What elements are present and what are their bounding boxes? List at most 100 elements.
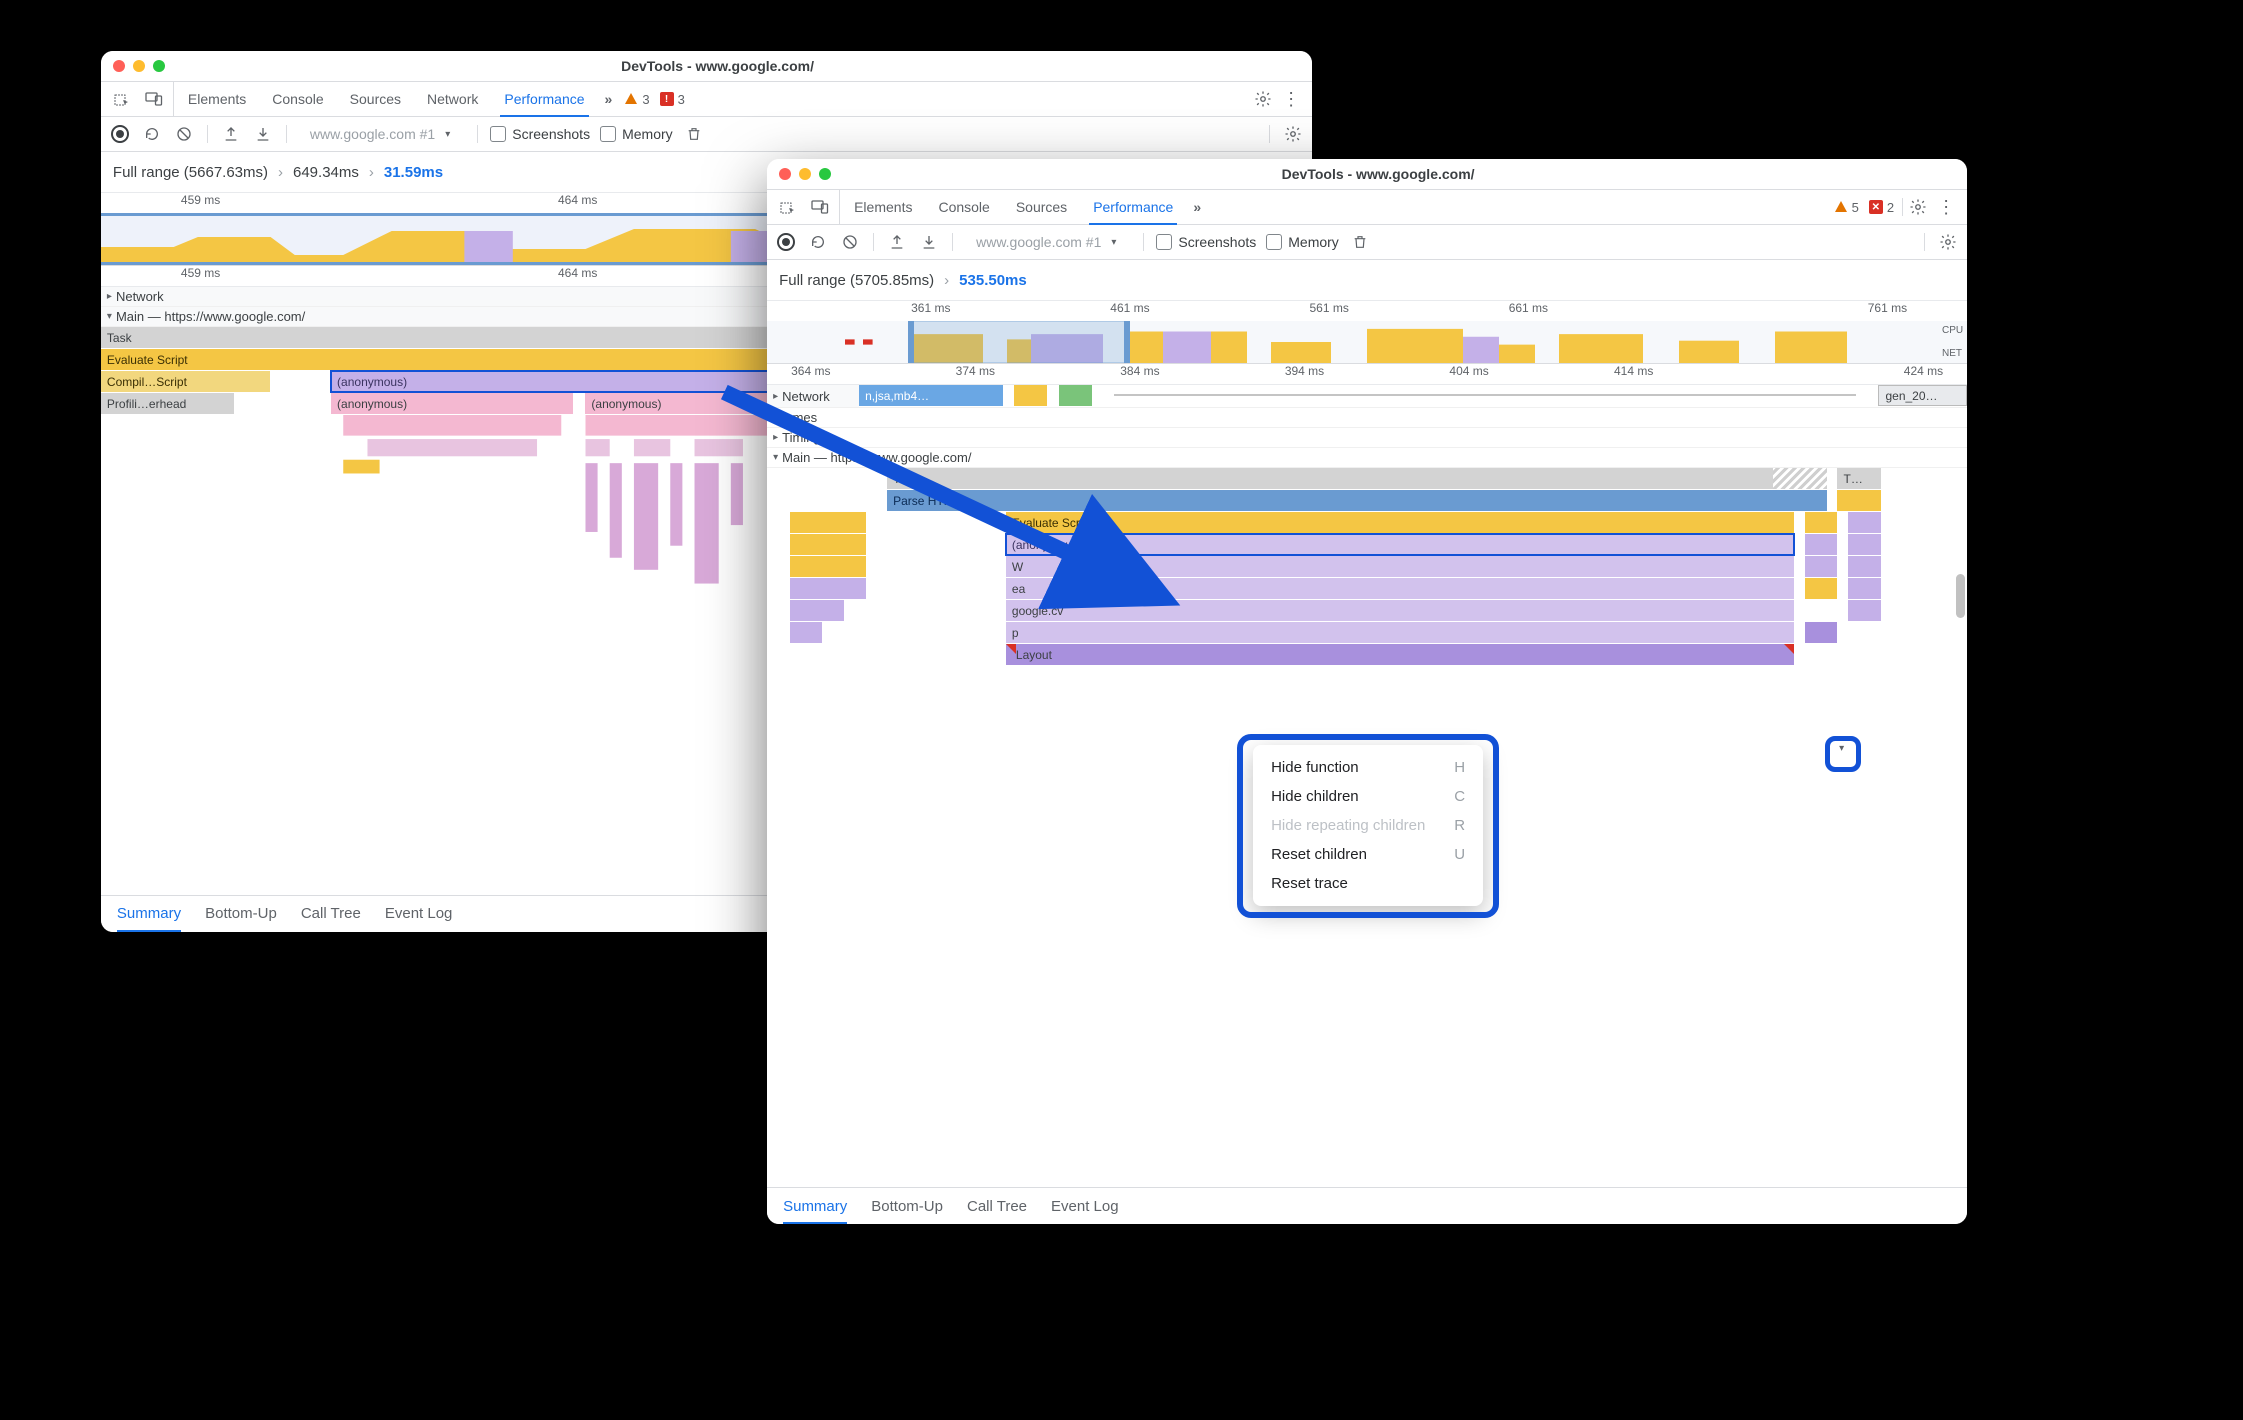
tab-console[interactable]: Console: [926, 190, 1001, 224]
details-tab-eventlog[interactable]: Event Log: [385, 896, 453, 932]
entry-dropdown-icon[interactable]: ▾: [1835, 743, 1848, 754]
capture-settings-icon[interactable]: [1282, 123, 1304, 145]
flame-bar[interactable]: [790, 600, 844, 621]
menu-hide-function[interactable]: Hide function H: [1253, 753, 1483, 782]
track-frames[interactable]: Frames: [767, 408, 1967, 428]
track-header-frames[interactable]: Frames: [767, 408, 1967, 427]
network-chip[interactable]: n,jsa,mb4…: [859, 385, 1003, 406]
record-button[interactable]: [109, 123, 131, 145]
flame-bar[interactable]: [790, 578, 866, 599]
flame-bar[interactable]: [790, 556, 866, 577]
tab-network[interactable]: Network: [415, 82, 490, 116]
clear-button[interactable]: [839, 231, 861, 253]
inspect-element-icon[interactable]: [111, 88, 133, 110]
more-icon[interactable]: ⋮: [1276, 89, 1306, 110]
track-header-main[interactable]: Main — https://www.google.com/: [767, 448, 1967, 467]
zoom-icon[interactable]: [819, 168, 831, 180]
flame-W[interactable]: W: [1006, 556, 1794, 577]
flame-bar[interactable]: [1848, 578, 1880, 599]
upload-icon[interactable]: [886, 231, 908, 253]
flame-bar[interactable]: [1805, 512, 1837, 533]
minimize-icon[interactable]: [799, 168, 811, 180]
track-header-timings[interactable]: Timings: [767, 428, 1967, 447]
menu-reset-trace[interactable]: Reset trace: [1253, 869, 1483, 898]
flame-bar[interactable]: [790, 622, 822, 643]
flame-bar[interactable]: [1805, 534, 1837, 555]
scrollbar-thumb[interactable]: [1956, 574, 1965, 618]
flame-bar[interactable]: [1848, 512, 1880, 533]
screenshots-checkbox[interactable]: Screenshots: [490, 126, 590, 142]
details-tab-calltree[interactable]: Call Tree: [967, 1188, 1027, 1224]
menu-hide-children[interactable]: Hide children C: [1253, 782, 1483, 811]
warnings-badge[interactable]: 5: [1834, 200, 1859, 215]
minimize-icon[interactable]: [133, 60, 145, 72]
flame-bar[interactable]: [790, 534, 866, 555]
tab-elements[interactable]: Elements: [842, 190, 924, 224]
details-tab-eventlog[interactable]: Event Log: [1051, 1188, 1119, 1224]
details-tab-summary[interactable]: Summary: [117, 896, 181, 932]
tab-performance[interactable]: Performance: [1081, 190, 1185, 224]
errors-badge[interactable]: ! 3: [660, 92, 685, 107]
details-tab-calltree[interactable]: Call Tree: [301, 896, 361, 932]
network-track-body[interactable]: n,jsa,mb4… gen_20…: [859, 385, 1967, 407]
flame-bar[interactable]: [790, 512, 866, 533]
overview-strip[interactable]: CPU NET: [767, 321, 1967, 363]
tab-sources[interactable]: Sources: [338, 82, 413, 116]
memory-checkbox[interactable]: Memory: [1266, 234, 1339, 250]
close-icon[interactable]: [779, 168, 791, 180]
trace-select[interactable]: www.google.com #1 ▾: [299, 125, 465, 143]
tab-elements[interactable]: Elements: [176, 82, 258, 116]
details-tab-bottomup[interactable]: Bottom-Up: [871, 1188, 943, 1224]
network-chip[interactable]: [1014, 385, 1047, 406]
settings-icon[interactable]: [1252, 88, 1274, 110]
tabs-overflow-icon[interactable]: »: [1187, 199, 1207, 215]
record-button[interactable]: [775, 231, 797, 253]
range-full[interactable]: Full range (5705.85ms): [779, 272, 934, 289]
flame-anonymous-selected[interactable]: (anonymous): [1006, 534, 1794, 555]
tab-performance[interactable]: Performance: [492, 82, 596, 116]
flame-bar[interactable]: [1848, 556, 1880, 577]
track-timings[interactable]: Timings: [767, 428, 1967, 448]
reload-and-record-button[interactable]: [807, 231, 829, 253]
flame-bar[interactable]: [1805, 578, 1837, 599]
device-mode-icon[interactable]: [143, 88, 165, 110]
more-icon[interactable]: ⋮: [1931, 197, 1961, 218]
garbage-collect-icon[interactable]: [683, 123, 705, 145]
menu-reset-children[interactable]: Reset children U: [1253, 840, 1483, 869]
download-icon[interactable]: [252, 123, 274, 145]
flame-parse-html[interactable]: Parse HTML: [887, 490, 1827, 511]
trace-select[interactable]: www.google.com #1 ▾: [965, 233, 1131, 251]
reload-and-record-button[interactable]: [141, 123, 163, 145]
clear-button[interactable]: [173, 123, 195, 145]
flame-anonymous[interactable]: (anonymous): [331, 393, 573, 414]
download-icon[interactable]: [918, 231, 940, 253]
flame-layout[interactable]: Layout: [1006, 644, 1794, 665]
details-tab-summary[interactable]: Summary: [783, 1188, 847, 1224]
garbage-collect-icon[interactable]: [1349, 231, 1371, 253]
track-network[interactable]: Network n,jsa,mb4… gen_20…: [767, 385, 1967, 408]
device-mode-icon[interactable]: [809, 196, 831, 218]
flame-bar[interactable]: [1805, 622, 1837, 643]
errors-badge[interactable]: ✕ 2: [1869, 200, 1894, 215]
settings-icon[interactable]: [1907, 196, 1929, 218]
tab-sources[interactable]: Sources: [1004, 190, 1079, 224]
flame-ea[interactable]: ea: [1006, 578, 1794, 599]
range-zoom1[interactable]: 649.34ms: [293, 164, 359, 181]
track-main-header[interactable]: Main — https://www.google.com/: [767, 448, 1967, 468]
tabs-overflow-icon[interactable]: »: [599, 91, 619, 107]
flame-evaluate-script[interactable]: Evaluate Script: [1006, 512, 1794, 533]
capture-settings-icon[interactable]: [1937, 231, 1959, 253]
close-icon[interactable]: [113, 60, 125, 72]
flame-profiling-overhead[interactable]: Profili…erhead: [101, 393, 234, 414]
tab-console[interactable]: Console: [260, 82, 335, 116]
flame-task-right[interactable]: T…: [1837, 468, 1880, 489]
flame-p[interactable]: p: [1006, 622, 1794, 643]
flame-task[interactable]: Task: [887, 468, 1773, 489]
flame-google-cv[interactable]: google.cv: [1006, 600, 1794, 621]
network-chip[interactable]: [1059, 385, 1092, 406]
inspect-element-icon[interactable]: [777, 196, 799, 218]
flame-bar[interactable]: [1805, 556, 1837, 577]
network-chip-right[interactable]: gen_20…: [1878, 385, 1967, 406]
flame-task-hatch[interactable]: [1773, 468, 1827, 489]
warnings-badge[interactable]: 3: [624, 92, 649, 107]
